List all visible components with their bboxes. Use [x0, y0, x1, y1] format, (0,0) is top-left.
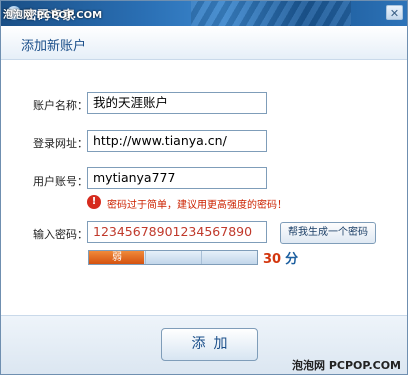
username-input[interactable]: mytianya777 [87, 167, 267, 189]
strength-meter-divider [145, 251, 146, 264]
title-bar[interactable]: 密码专家 泡泡网 PCPOP.COM ✕ [1, 1, 407, 26]
weak-password-warning: 密码过于简单，建议用更高强度的密码！ [107, 200, 287, 211]
dialog-title: 添加新账户 [21, 39, 87, 54]
titlebar-decoration [191, 1, 351, 26]
strength-score-unit: 分 [285, 252, 299, 267]
warning-icon: ! [87, 195, 101, 209]
strength-score: 30 分 [263, 248, 298, 267]
username-label: 用户账号： [33, 175, 88, 188]
close-button[interactable]: ✕ [386, 5, 403, 20]
login-url-label: 登录网址： [33, 137, 88, 150]
watermark-top: 泡泡网 PCPOP.COM [3, 10, 103, 21]
account-name-label: 账户名称： [33, 99, 88, 112]
account-name-input[interactable]: 我的天涯账户 [87, 92, 267, 114]
generate-password-button[interactable]: 帮我生成一个密码 [280, 222, 376, 244]
login-url-input[interactable]: http://www.tianya.cn/ [87, 130, 267, 152]
add-button[interactable]: 添加 [161, 328, 258, 361]
strength-meter-divider [201, 251, 202, 264]
strength-score-value: 30 [263, 252, 282, 267]
password-label: 输入密码： [33, 228, 88, 241]
password-expert-window: 密码专家 泡泡网 PCPOP.COM ✕ 添加新账户 账户名称： 我的天涯账户 … [0, 0, 408, 375]
password-strength-meter: 弱 [88, 250, 258, 265]
strength-level-label: 弱 [112, 252, 122, 263]
password-input[interactable]: 12345678901234567890 [87, 221, 267, 243]
watermark-bottom: 泡泡网 PCPOP.COM [292, 359, 401, 372]
dialog-header: 添加新账户 [1, 26, 407, 60]
